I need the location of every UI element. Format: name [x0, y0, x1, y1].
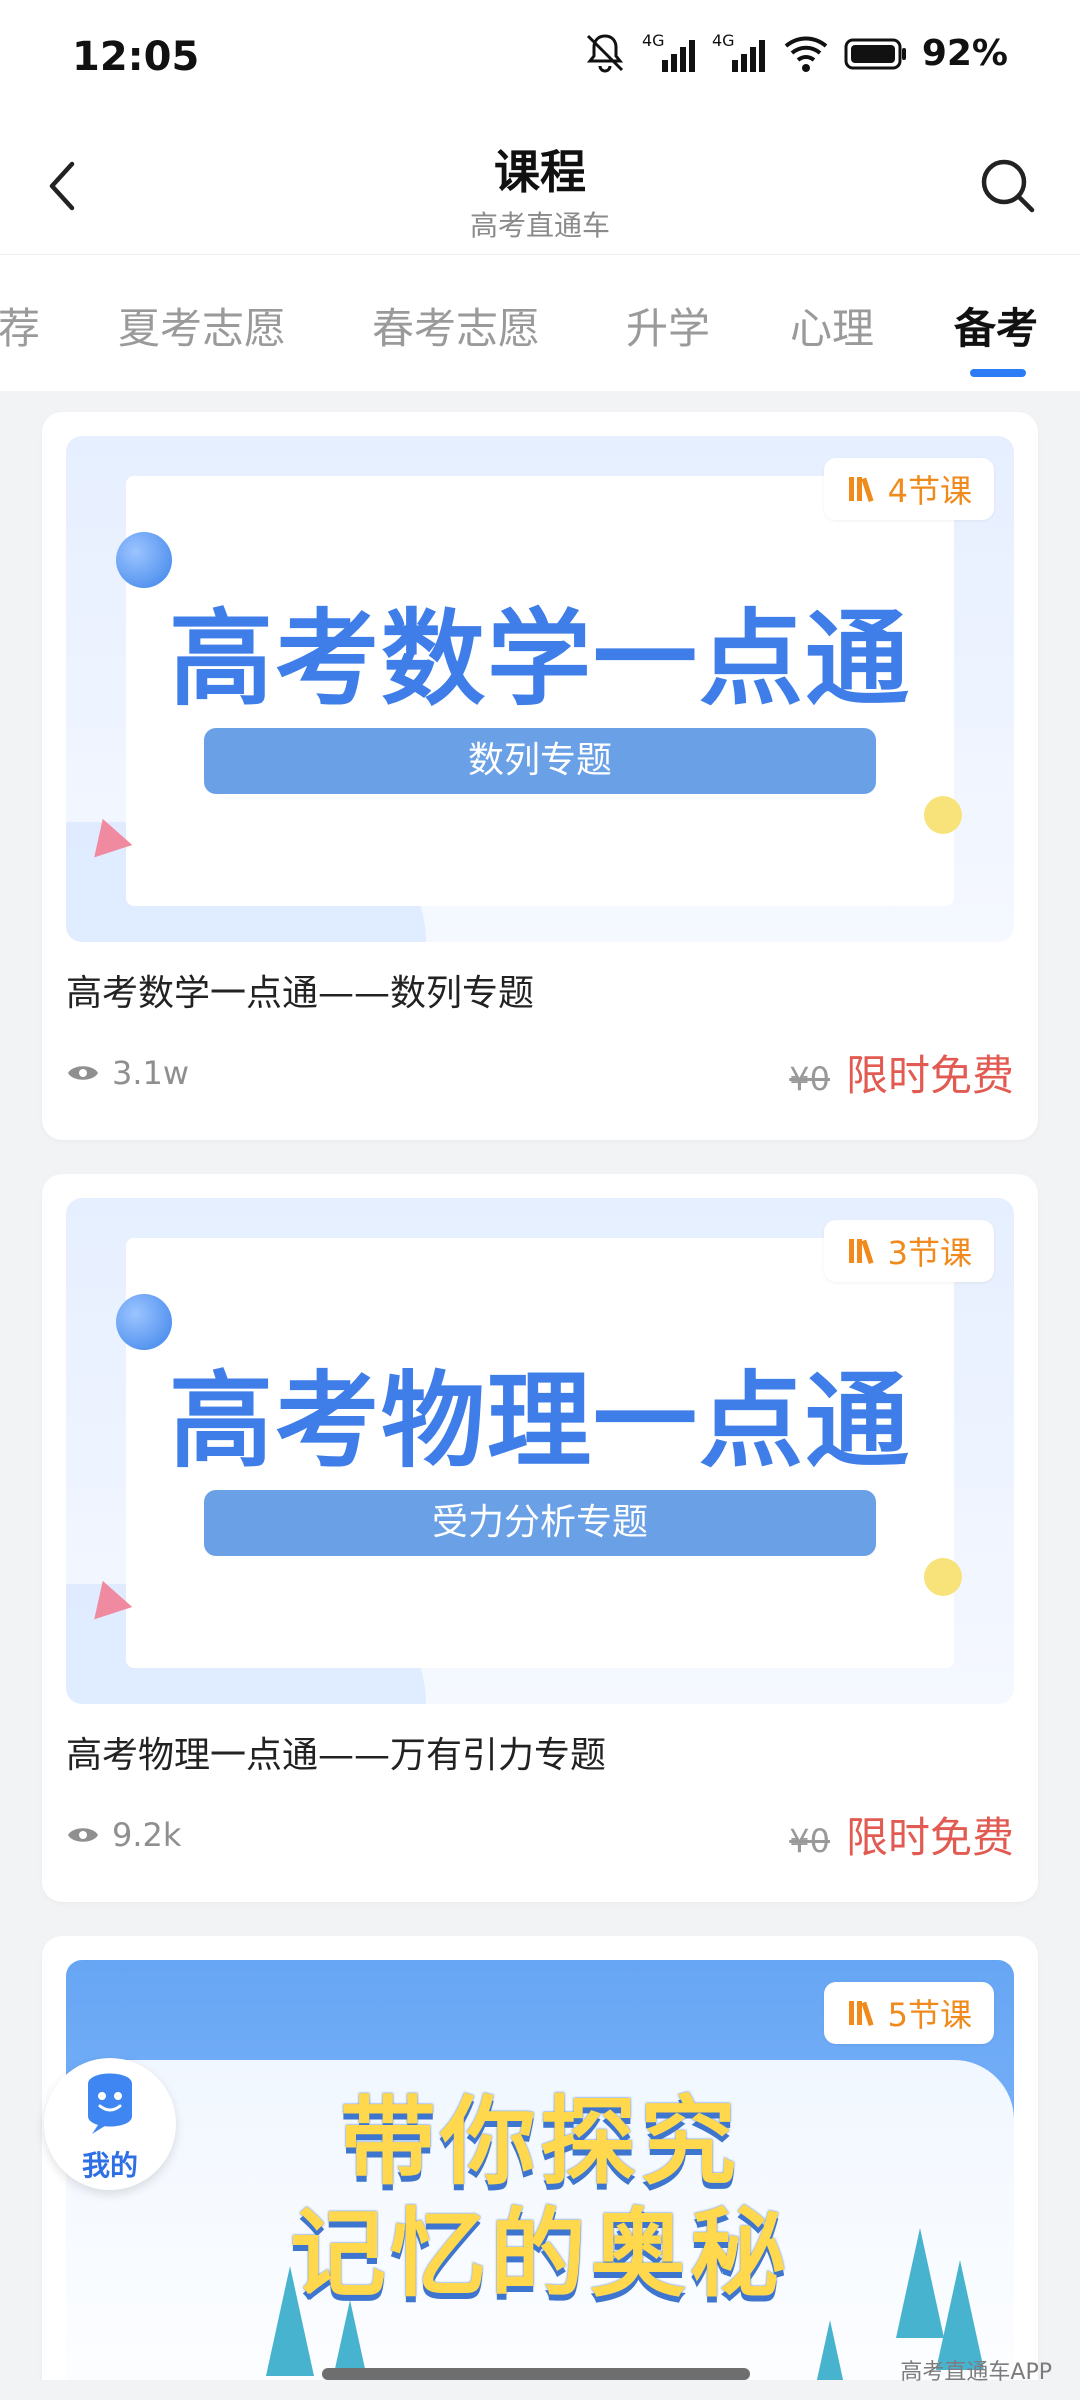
thumbnail-topic: 受力分析专题	[204, 1490, 876, 1556]
page-title: 课程	[494, 145, 586, 199]
course-card[interactable]: 带你探究 记忆的奥秘 5节课	[42, 1936, 1038, 2380]
watermark: 高考直通车APP	[900, 2360, 1052, 2385]
lesson-count: 4节课	[887, 472, 972, 510]
mute-bell-icon	[586, 34, 623, 73]
mine-label: 我的	[81, 2149, 138, 2182]
thumbnail-title: 记忆的奥秘	[290, 2198, 790, 2310]
lesson-count-badge: 4节课	[823, 458, 994, 520]
price: ¥0 限时免费	[789, 1042, 1014, 1103]
tab-exam-prep[interactable]: 备考	[954, 295, 1038, 356]
tab-further-study[interactable]: 升学	[626, 295, 710, 356]
wifi-icon	[784, 36, 828, 72]
books-icon	[848, 1239, 874, 1265]
free-label: 限时免费	[845, 1813, 1014, 1862]
tab-indicator	[970, 369, 1026, 377]
status-icons: 4G 4G 92%	[582, 30, 1008, 76]
books-icon	[848, 477, 874, 503]
eye-icon	[68, 1066, 98, 1080]
decor-dot	[924, 796, 962, 834]
thumbnail-topic: 数列专题	[204, 728, 876, 794]
decor-bubble	[116, 1294, 172, 1350]
decor-bubble	[116, 532, 172, 588]
lesson-count: 3节课	[887, 1234, 972, 1272]
original-price: ¥0	[789, 1060, 830, 1098]
mine-button[interactable]: 我的	[44, 2058, 176, 2190]
status-time: 12:05	[72, 34, 200, 80]
svg-text:4G: 4G	[642, 31, 665, 50]
tab-spring-exam[interactable]: 春考志愿	[372, 295, 540, 356]
decor-dot	[924, 1558, 962, 1596]
course-title: 高考数学一点通——数列专题	[66, 973, 535, 1014]
view-count: 9.2k	[66, 1816, 181, 1854]
status-bar: 12:05 4G 4G 92%	[0, 0, 1080, 118]
signal-icon: 4G	[642, 31, 695, 72]
course-thumbnail: 高考物理一点通 受力分析专题 3节课	[66, 1198, 1014, 1704]
smiley-mascot-icon	[88, 2073, 132, 2134]
books-icon	[848, 2001, 874, 2027]
view-count-value: 9.2k	[112, 1816, 182, 1854]
course-thumbnail: 带你探究 记忆的奥秘 5节课	[66, 1960, 1014, 2380]
page-subtitle: 高考直通车	[469, 209, 610, 242]
lesson-count-badge: 5节课	[823, 1982, 994, 2044]
view-count-value: 3.1w	[112, 1054, 190, 1092]
battery-icon	[844, 38, 906, 70]
tab-summer-exam[interactable]: 夏考志愿	[118, 295, 286, 356]
header: 课程 高考直通车	[0, 118, 1080, 254]
search-button[interactable]	[976, 154, 1040, 218]
category-tabs: 荐 夏考志愿 春考志愿 升学 心理 备考	[0, 254, 1080, 391]
free-label: 限时免费	[845, 1051, 1014, 1100]
home-indicator[interactable]	[322, 2368, 750, 2380]
thumbnail-panel: 高考物理一点通 受力分析专题	[126, 1238, 954, 1668]
original-price: ¥0	[789, 1822, 830, 1860]
tab-recommend[interactable]: 荐	[0, 295, 40, 356]
tab-psychology[interactable]: 心理	[790, 295, 874, 356]
lesson-count-badge: 3节课	[823, 1220, 994, 1282]
svg-text:4G: 4G	[712, 31, 735, 50]
signal-icon: 4G	[712, 31, 765, 72]
course-title: 高考物理一点通——万有引力专题	[66, 1735, 607, 1776]
course-card[interactable]: 高考数学一点通 数列专题 4节课 高考数学一点通——数列专题 3.1w ¥0 限…	[42, 412, 1038, 1140]
battery-text: 92%	[921, 32, 1008, 74]
price: ¥0 限时免费	[789, 1804, 1014, 1865]
search-icon	[981, 159, 1035, 213]
decor-tree	[806, 2320, 854, 2380]
lesson-count: 5节课	[887, 1996, 972, 2034]
course-thumbnail: 高考数学一点通 数列专题 4节课	[66, 436, 1014, 942]
eye-icon	[68, 1828, 98, 1842]
thumbnail-title: 高考物理一点通	[168, 1360, 911, 1482]
thumbnail-panel: 高考数学一点通 数列专题	[126, 476, 954, 906]
view-count: 3.1w	[66, 1054, 189, 1092]
course-card[interactable]: 高考物理一点通 受力分析专题 3节课 高考物理一点通——万有引力专题 9.2k	[42, 1174, 1038, 1902]
thumbnail-title: 高考数学一点通	[168, 598, 911, 720]
